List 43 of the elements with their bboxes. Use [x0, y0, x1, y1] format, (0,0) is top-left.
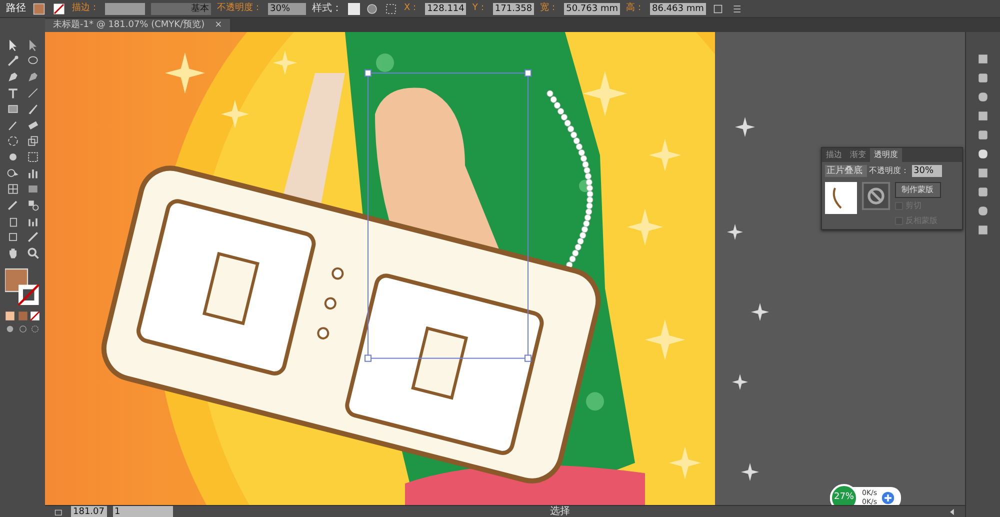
- panel-tab[interactable]: 描边: [822, 148, 846, 162]
- opacity-field[interactable]: 30%: [912, 164, 942, 176]
- width-label: 宽：: [540, 2, 558, 15]
- document-tab[interactable]: 未标题-1* @ 181.07% (CMYK/预览) ×: [45, 19, 230, 32]
- zoom-field[interactable]: 181.07: [71, 506, 106, 517]
- no-mask-icon: [862, 182, 890, 210]
- opacity-label: 不透明度：: [869, 164, 909, 176]
- opacity-label[interactable]: 不透明度：: [217, 2, 262, 16]
- draw-behind-icon[interactable]: [18, 324, 28, 334]
- status-text: 选择: [548, 504, 571, 517]
- object-type-label: 路径: [6, 2, 26, 16]
- stroke-none-icon[interactable]: [52, 2, 66, 14]
- width-field[interactable]: 50.763 mm: [564, 2, 620, 14]
- panel-tab[interactable]: 渐变: [846, 148, 870, 162]
- draw-inside-icon[interactable]: [30, 324, 40, 334]
- none-mode-icon[interactable]: [30, 310, 40, 320]
- stroke-label[interactable]: 描边：: [72, 2, 99, 16]
- thumbnail-preview: [824, 182, 856, 214]
- graphic-style-swatch[interactable]: [348, 2, 360, 14]
- panel-tab[interactable]: 透明度: [870, 148, 902, 162]
- fill-stroke-swatch-icon[interactable]: [4, 267, 40, 307]
- plus-icon[interactable]: [881, 491, 896, 505]
- close-tab-button[interactable]: ×: [214, 18, 222, 32]
- x-field[interactable]: 128.114: [425, 2, 466, 14]
- x-label: X：: [404, 2, 420, 15]
- color-mode-icon[interactable]: [5, 310, 15, 320]
- variable-width-dropdown[interactable]: 基本: [151, 2, 211, 14]
- shape-builder-icon[interactable]: [4, 166, 20, 180]
- opacity-field[interactable]: 30%: [268, 2, 306, 14]
- style-label: 样式：: [312, 2, 342, 16]
- blend-mode-dropdown[interactable]: 正片叠底: [824, 164, 866, 176]
- selection-box[interactable]: [364, 69, 532, 362]
- height-field[interactable]: 86.463 mm: [650, 2, 706, 14]
- page-field[interactable]: 1: [112, 506, 172, 517]
- transform-icon[interactable]: [712, 2, 724, 14]
- document-title[interactable]: 未标题-1* @ 181.07% (CMYK/预览): [53, 18, 205, 32]
- make-mask-button[interactable]: 制作蒙版: [894, 182, 940, 198]
- y-label: Y：: [472, 2, 487, 15]
- y-field[interactable]: 171.358: [492, 2, 534, 14]
- reference-point-icon[interactable]: [384, 2, 398, 14]
- stroke-weight-field[interactable]: [105, 2, 145, 14]
- height-label: 高：: [626, 2, 644, 15]
- fill-swatch-icon[interactable]: [32, 2, 46, 14]
